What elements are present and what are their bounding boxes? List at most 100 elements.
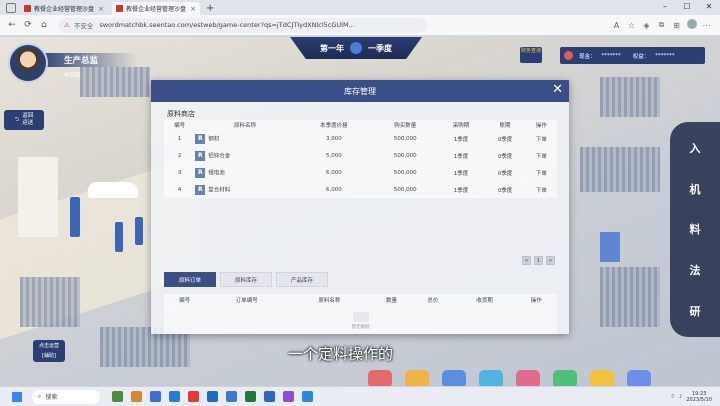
col-header: 购买数量 (394, 123, 417, 129)
order-button[interactable]: 下单 (526, 147, 557, 164)
material-name: 铝锌合金 (208, 153, 231, 159)
close-icon[interactable]: × (98, 5, 104, 13)
back-to-transport-button[interactable]: ⮌ 返回 运送 (4, 110, 44, 130)
side-navigation: 入 机 料 法 研 (670, 122, 720, 337)
cell-credit: 0季度 (497, 136, 513, 143)
network-icon[interactable]: ⌔ (670, 394, 675, 400)
back-icon[interactable]: ← (4, 20, 20, 30)
clock[interactable]: 19:23 2023/5/10 (686, 391, 712, 403)
close-window-icon[interactable]: ✕ (698, 0, 720, 15)
cell-price: 6,000 (325, 169, 342, 176)
toolbar-item-icon[interactable] (590, 370, 614, 386)
refresh-icon[interactable]: ⟳ (20, 20, 36, 30)
profile-avatar[interactable] (684, 19, 699, 31)
toolbar-item-icon[interactable] (405, 370, 429, 386)
extensions-icon[interactable]: ⧉ (654, 20, 669, 30)
table-row: 2 R 铝锌合金 5,000 500,000 1季度 0季度 下单 (164, 147, 557, 164)
tab-title: 教餐企业经营管理沙盘 (34, 6, 95, 13)
home-icon[interactable]: ⌂ (36, 20, 52, 30)
toolbar-item-icon[interactable] (516, 370, 540, 386)
security-label: 不安全 (73, 22, 94, 30)
tab-material-orders[interactable]: 原料订单 (164, 272, 216, 287)
app-icon[interactable] (283, 391, 294, 402)
shield-icon[interactable]: ◈ (639, 21, 654, 30)
warehouse-shelf (600, 267, 660, 327)
browser-tab-1[interactable]: 教餐企业经营管理沙盘 × (20, 2, 108, 15)
taskbar-apps (112, 391, 313, 402)
close-icon[interactable]: × (190, 5, 196, 13)
edge-icon[interactable] (302, 391, 313, 402)
operation-badge[interactable]: 点击运营 [辅助] (33, 340, 65, 362)
app-icon[interactable] (207, 391, 218, 402)
toolbar-item-icon[interactable] (479, 370, 503, 386)
app-icon[interactable] (150, 391, 161, 402)
url-field[interactable]: ⚠ 不安全 swordmatchbk.seentao.com/estweb/ga… (58, 17, 428, 33)
search-placeholder: 搜索 (45, 394, 58, 401)
prev-page-button[interactable]: < (522, 256, 531, 265)
app-icon[interactable] (169, 391, 180, 402)
taskbar-search[interactable]: ⌕ 搜索 (32, 389, 100, 404)
cash-value: ******* (601, 52, 621, 59)
robot-arm (70, 197, 80, 237)
avatar (8, 43, 48, 83)
order-button[interactable]: 下单 (526, 164, 557, 181)
col-header: 数量 (385, 298, 397, 304)
cell-id: 2 (177, 152, 182, 159)
toolbar-item-icon[interactable] (627, 370, 651, 386)
cell-qty: 500,000 (393, 152, 417, 159)
cell-credit: 0季度 (497, 170, 513, 177)
toolbar-item-icon[interactable] (553, 370, 577, 386)
tab-product-stock[interactable]: 产品库存 (276, 272, 328, 287)
app-icon[interactable] (188, 391, 199, 402)
app-icon[interactable] (226, 391, 237, 402)
browser-tab-2[interactable]: 教餐企业经营管理沙盘 × (112, 2, 200, 15)
material-icon: R (195, 150, 206, 161)
collections-icon[interactable]: ⊞ (669, 21, 684, 30)
cell-credit: 0季度 (497, 187, 513, 194)
app-icon[interactable] (245, 391, 256, 402)
page-number[interactable]: 1 (534, 256, 543, 265)
nav-item-yan[interactable]: 研 (690, 303, 701, 319)
order-button[interactable]: 下单 (526, 181, 557, 198)
favorite-icon[interactable]: ☆ (624, 21, 639, 30)
cell-qty: 500,000 (393, 186, 417, 193)
toolbar-item-icon[interactable] (368, 370, 392, 386)
windows-start-icon[interactable] (12, 391, 22, 402)
finance-query-button[interactable]: 财务查询 (520, 47, 542, 63)
video-subtitle: 一个定料操作的 (288, 345, 394, 363)
table-row: 4 R 复合材料 6,000 500,000 1季度 0季度 下单 (164, 181, 557, 198)
col-header: 本季度价格 (320, 123, 348, 129)
blue-container (600, 232, 620, 262)
workspace-icon[interactable] (6, 3, 16, 13)
nav-item-ru[interactable]: 入 (690, 140, 701, 156)
address-bar: ← ⟳ ⌂ ⚠ 不安全 swordmatchbk.seentao.com/est… (0, 15, 720, 36)
tab-material-stock[interactable]: 原料库存 (220, 272, 272, 287)
maximize-icon[interactable]: ☐ (676, 0, 698, 15)
order-button[interactable]: 下单 (526, 130, 557, 147)
app-icon[interactable] (264, 391, 275, 402)
cell-name: R 锂电池 (195, 164, 294, 181)
material-shop-table: 编号 原料名称 本季度价格 购买数量 采购期 账期 操作 1 R 钢材 3,000 (164, 120, 557, 198)
nav-item-ji[interactable]: 机 (690, 181, 701, 197)
minimize-icon[interactable]: – (654, 0, 676, 15)
more-icon[interactable]: ⋯ (699, 21, 714, 30)
next-page-button[interactable]: > (546, 256, 555, 265)
read-aloud-icon[interactable]: A (609, 21, 624, 30)
system-tray: ⌔ ♪ 19:23 2023/5/10 (670, 391, 712, 403)
robot-arm (135, 217, 143, 245)
toolbar-item-icon[interactable] (442, 370, 466, 386)
app-icon[interactable] (112, 391, 123, 402)
inventory-modal: 库存管理 ✕ 原料商店 编号 原料名称 本季度价格 购买数量 采购期 账期 操作 (151, 80, 569, 334)
close-icon[interactable]: ✕ (552, 82, 563, 97)
col-header: 总价 (427, 298, 439, 304)
new-tab-icon[interactable]: + (206, 3, 214, 14)
pagination: < 1 > (522, 256, 555, 265)
material-name: 锂电池 (208, 170, 225, 176)
cell-id: 1 (177, 135, 182, 142)
factory-wall (18, 157, 58, 237)
nav-item-fa[interactable]: 法 (690, 262, 701, 278)
nav-item-liao[interactable]: 料 (690, 221, 701, 237)
volume-icon[interactable]: ♪ (679, 394, 682, 400)
table-header-row: 编号 订单编号 原料名称 数量 总价 收货期 操作 (164, 294, 557, 306)
app-icon[interactable] (131, 391, 142, 402)
